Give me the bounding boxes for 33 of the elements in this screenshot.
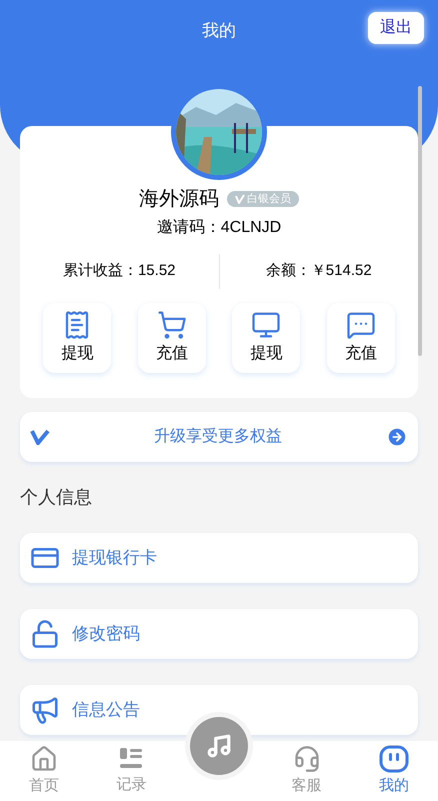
home-icon — [30, 744, 58, 773]
arrow-right-icon — [386, 426, 408, 448]
monitor-icon — [251, 310, 282, 340]
nav-tab[interactable]: 首页 — [0, 741, 88, 801]
smiley-square-icon — [379, 744, 410, 773]
v-icon — [30, 429, 50, 445]
stat-value: 累计收益：15.52 — [62, 261, 176, 281]
action-tile[interactable]: 充值 — [138, 302, 206, 372]
upgrade-banner[interactable]: 升级享受更多权益 — [20, 412, 418, 462]
menu-item[interactable]: 提现银行卡 — [20, 533, 418, 583]
nav-tab[interactable]: 客服 — [262, 741, 350, 801]
stat-value: 余额：￥514.52 — [266, 261, 372, 281]
member-badge: 白银会员 — [227, 191, 299, 207]
menu-item[interactable]: 信息公告 — [20, 685, 418, 735]
headset-icon — [292, 744, 321, 773]
unlocked-padlock-icon — [30, 619, 60, 649]
invite-code: 邀请码：4CLNJD — [156, 218, 282, 238]
v-icon — [235, 194, 245, 204]
user-name: 海外源码 — [139, 187, 219, 212]
page-title: 我的 — [202, 20, 236, 40]
nav-tab[interactable]: 我的 — [350, 741, 438, 801]
menu-item[interactable]: 修改密码 — [20, 609, 418, 659]
megaphone-icon — [30, 695, 60, 725]
cart-icon — [156, 310, 187, 340]
center-music-button[interactable] — [190, 717, 248, 775]
chat-bubble-icon — [346, 310, 376, 340]
action-tile[interactable]: 充值 — [326, 302, 395, 372]
logout-button[interactable]: 退出 — [368, 12, 424, 44]
action-tile[interactable]: 提现 — [232, 302, 300, 372]
nav-tab[interactable]: 记录 — [88, 741, 176, 801]
music-note-icon — [206, 733, 232, 759]
section-title: 个人信息 — [20, 487, 92, 507]
action-tile[interactable]: 提现 — [43, 302, 112, 372]
